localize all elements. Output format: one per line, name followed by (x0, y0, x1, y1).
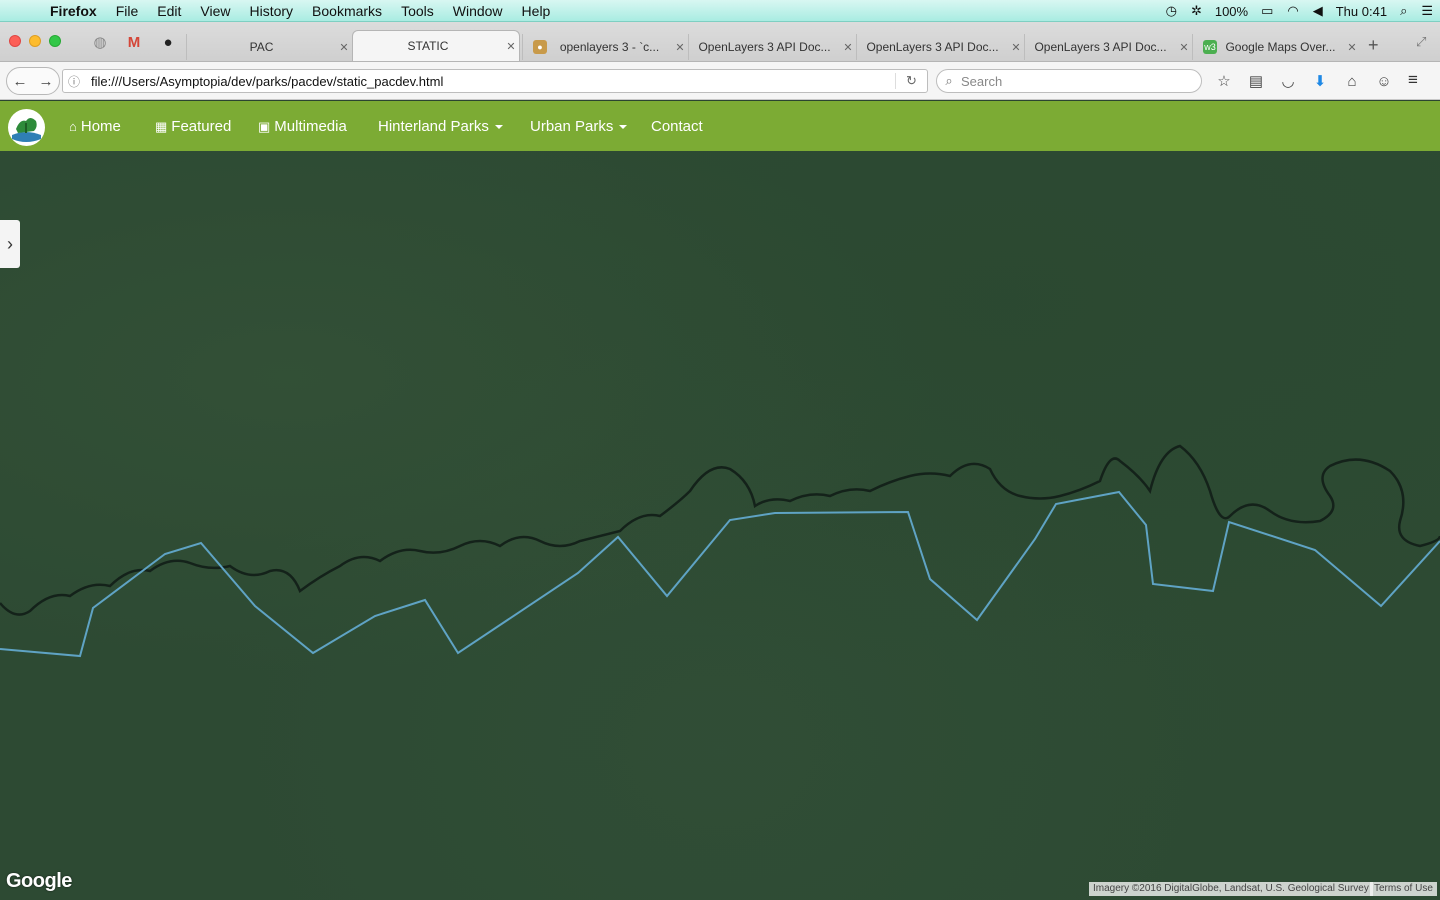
nav-multimedia[interactable]: ▣ Multimedia (258, 118, 347, 135)
menu-app-firefox[interactable]: Firefox (50, 3, 97, 19)
tab-label: PAC (249, 40, 274, 54)
favicon-icon: ● (533, 40, 547, 54)
dropdown-caret-icon (494, 124, 503, 129)
back-forward-group: ← → (6, 67, 60, 95)
nav-multimedia-label: Multimedia (274, 118, 347, 135)
toolbar-icons: ☆ ▤ ◡ ⬇ ⌂ ☺ (1208, 70, 1400, 92)
nav-featured-label: Featured (171, 118, 232, 135)
tab-label: OpenLayers 3 API Doc... (866, 40, 999, 54)
menu-bookmarks[interactable]: Bookmarks (312, 3, 382, 19)
tab-static[interactable]: STATIC ✕ (352, 30, 520, 61)
tab-label: OpenLayers 3 API Doc... (698, 40, 831, 54)
reload-icon[interactable]: ↻ (895, 73, 927, 89)
home-icon[interactable]: ⌂ (1336, 73, 1368, 90)
nav-urban-label: Urban Parks (530, 118, 614, 135)
google-logo[interactable]: Google (6, 870, 72, 893)
pinned-tab-github-icon[interactable]: ● (158, 32, 178, 52)
volume-icon[interactable]: ◀ (1313, 3, 1323, 19)
close-tab-icon[interactable]: ✕ (336, 41, 352, 54)
close-window-button[interactable] (9, 35, 21, 47)
pinned-tab-globe-icon[interactable]: ◍ (90, 32, 110, 52)
reading-list-icon[interactable]: ▤ (1240, 72, 1272, 90)
search-field[interactable]: ⌕ Search (936, 69, 1202, 93)
nav-featured[interactable]: ▦ Featured (155, 118, 231, 135)
nav-hinterland-parks[interactable]: Hinterland Parks (378, 118, 503, 135)
terms-of-use-link[interactable]: Terms of Use (1370, 882, 1437, 896)
bookmark-star-icon[interactable]: ☆ (1208, 72, 1240, 90)
chat-icon[interactable]: ☺ (1368, 73, 1400, 90)
park-boundary-overlay (0, 490, 1440, 658)
menu-file[interactable]: File (116, 3, 139, 19)
picture-icon: ▣ (258, 118, 271, 134)
fullscreen-icon[interactable]: ⤢ (1416, 34, 1426, 50)
close-tab-icon[interactable]: ✕ (1344, 41, 1360, 54)
tab-google-maps-overlay[interactable]: w3 Google Maps Over... ✕ (1192, 34, 1360, 60)
site-navbar: ⌂ Home ▦ Featured ▣ Multimedia Hinterlan… (0, 101, 1440, 151)
wifi-icon[interactable]: ◠ (1287, 3, 1298, 19)
menu-view[interactable]: View (200, 3, 230, 19)
chevron-right-icon: › (7, 233, 13, 254)
macos-menu-bar: Firefox File Edit View History Bookmarks… (0, 0, 1440, 22)
search-icon: ⌕ (945, 73, 953, 88)
menu-help[interactable]: Help (522, 3, 551, 19)
tab-openlayers-api-1[interactable]: OpenLayers 3 API Doc... ✕ (688, 34, 856, 60)
sidebar-toggle-button[interactable]: › (0, 220, 20, 268)
nav-home-label: Home (80, 118, 121, 135)
menu-history[interactable]: History (249, 3, 293, 19)
tab-label: STATIC (407, 39, 449, 53)
home-icon: ⌂ (69, 119, 77, 134)
dropdown-caret-icon (619, 124, 628, 129)
menu-tools[interactable]: Tools (401, 3, 434, 19)
nav-contact-label: Contact (651, 118, 703, 135)
nav-urban-parks[interactable]: Urban Parks (530, 118, 628, 135)
browser-toolbar: ← → ⓘ file:///Users/Asymptopia/dev/parks… (0, 62, 1440, 100)
hamburger-menu-icon[interactable]: ≡ (1408, 70, 1418, 90)
bluetooth-icon[interactable]: ✲ (1191, 3, 1202, 19)
battery-percent: 100% (1214, 3, 1249, 19)
site-info-icon[interactable]: ⓘ (63, 73, 85, 90)
time-machine-icon[interactable]: ◷ (1166, 3, 1177, 19)
back-arrow-icon[interactable]: ← (7, 73, 33, 90)
minimize-window-button[interactable] (29, 35, 41, 47)
film-icon: ▦ (155, 118, 168, 134)
url-text[interactable]: file:///Users/Asymptopia/dev/parks/pacde… (85, 74, 895, 89)
download-icon[interactable]: ⬇ (1304, 72, 1336, 90)
tab-openlayers-api-3[interactable]: OpenLayers 3 API Doc... ✕ (1024, 34, 1192, 60)
close-tab-icon[interactable]: ✕ (1008, 41, 1024, 54)
map-overlay-svg (0, 444, 1440, 658)
spotlight-search-icon[interactable]: ⌕ (1400, 3, 1407, 19)
nav-hinterland-label: Hinterland Parks (378, 118, 489, 135)
search-placeholder: Search (961, 73, 1003, 89)
zoom-window-button[interactable] (49, 35, 61, 47)
pinned-tab-gmail-icon[interactable]: M (124, 32, 144, 52)
river-path (0, 444, 1440, 616)
favicon-icon: w3 (1203, 40, 1217, 54)
tab-pac[interactable]: PAC ✕ (186, 34, 352, 60)
tab-openlayers-question[interactable]: ● openlayers 3 - `c... ✕ (522, 34, 688, 60)
menu-edit[interactable]: Edit (157, 3, 181, 19)
map-attribution: Imagery ©2016 DigitalGlobe, Landsat, U.S… (1089, 882, 1373, 896)
tab-label: OpenLayers 3 API Doc... (1034, 40, 1167, 54)
site-logo[interactable] (8, 109, 45, 146)
close-tab-icon[interactable]: ✕ (840, 41, 856, 54)
tab-label: openlayers 3 - `c... (559, 40, 660, 54)
close-tab-icon[interactable]: ✕ (672, 41, 688, 54)
clock[interactable]: Thu 0:41 (1336, 4, 1387, 19)
new-tab-icon[interactable]: + (1368, 35, 1379, 56)
nav-contact[interactable]: Contact (651, 118, 703, 135)
close-tab-icon[interactable]: ✕ (1176, 41, 1192, 54)
tab-strip: ◍ M ● PAC ✕ STATIC ✕ ● openlayers 3 - `c… (0, 22, 1440, 62)
pocket-icon[interactable]: ◡ (1272, 72, 1304, 90)
battery-icon[interactable]: ▭ (1261, 3, 1273, 19)
nav-home[interactable]: ⌂ Home (69, 118, 121, 135)
notification-center-icon[interactable]: ☰ (1421, 3, 1433, 19)
tab-openlayers-api-2[interactable]: OpenLayers 3 API Doc... ✕ (856, 34, 1024, 60)
forward-arrow-icon[interactable]: → (33, 73, 59, 90)
close-tab-icon[interactable]: ✕ (503, 40, 519, 53)
url-bar[interactable]: ⓘ file:///Users/Asymptopia/dev/parks/pac… (62, 69, 928, 93)
satellite-map[interactable]: › Google Imagery ©2016 DigitalGlobe, Lan… (0, 151, 1440, 900)
tab-label: Google Maps Over... (1225, 40, 1336, 54)
menu-window[interactable]: Window (453, 3, 503, 19)
